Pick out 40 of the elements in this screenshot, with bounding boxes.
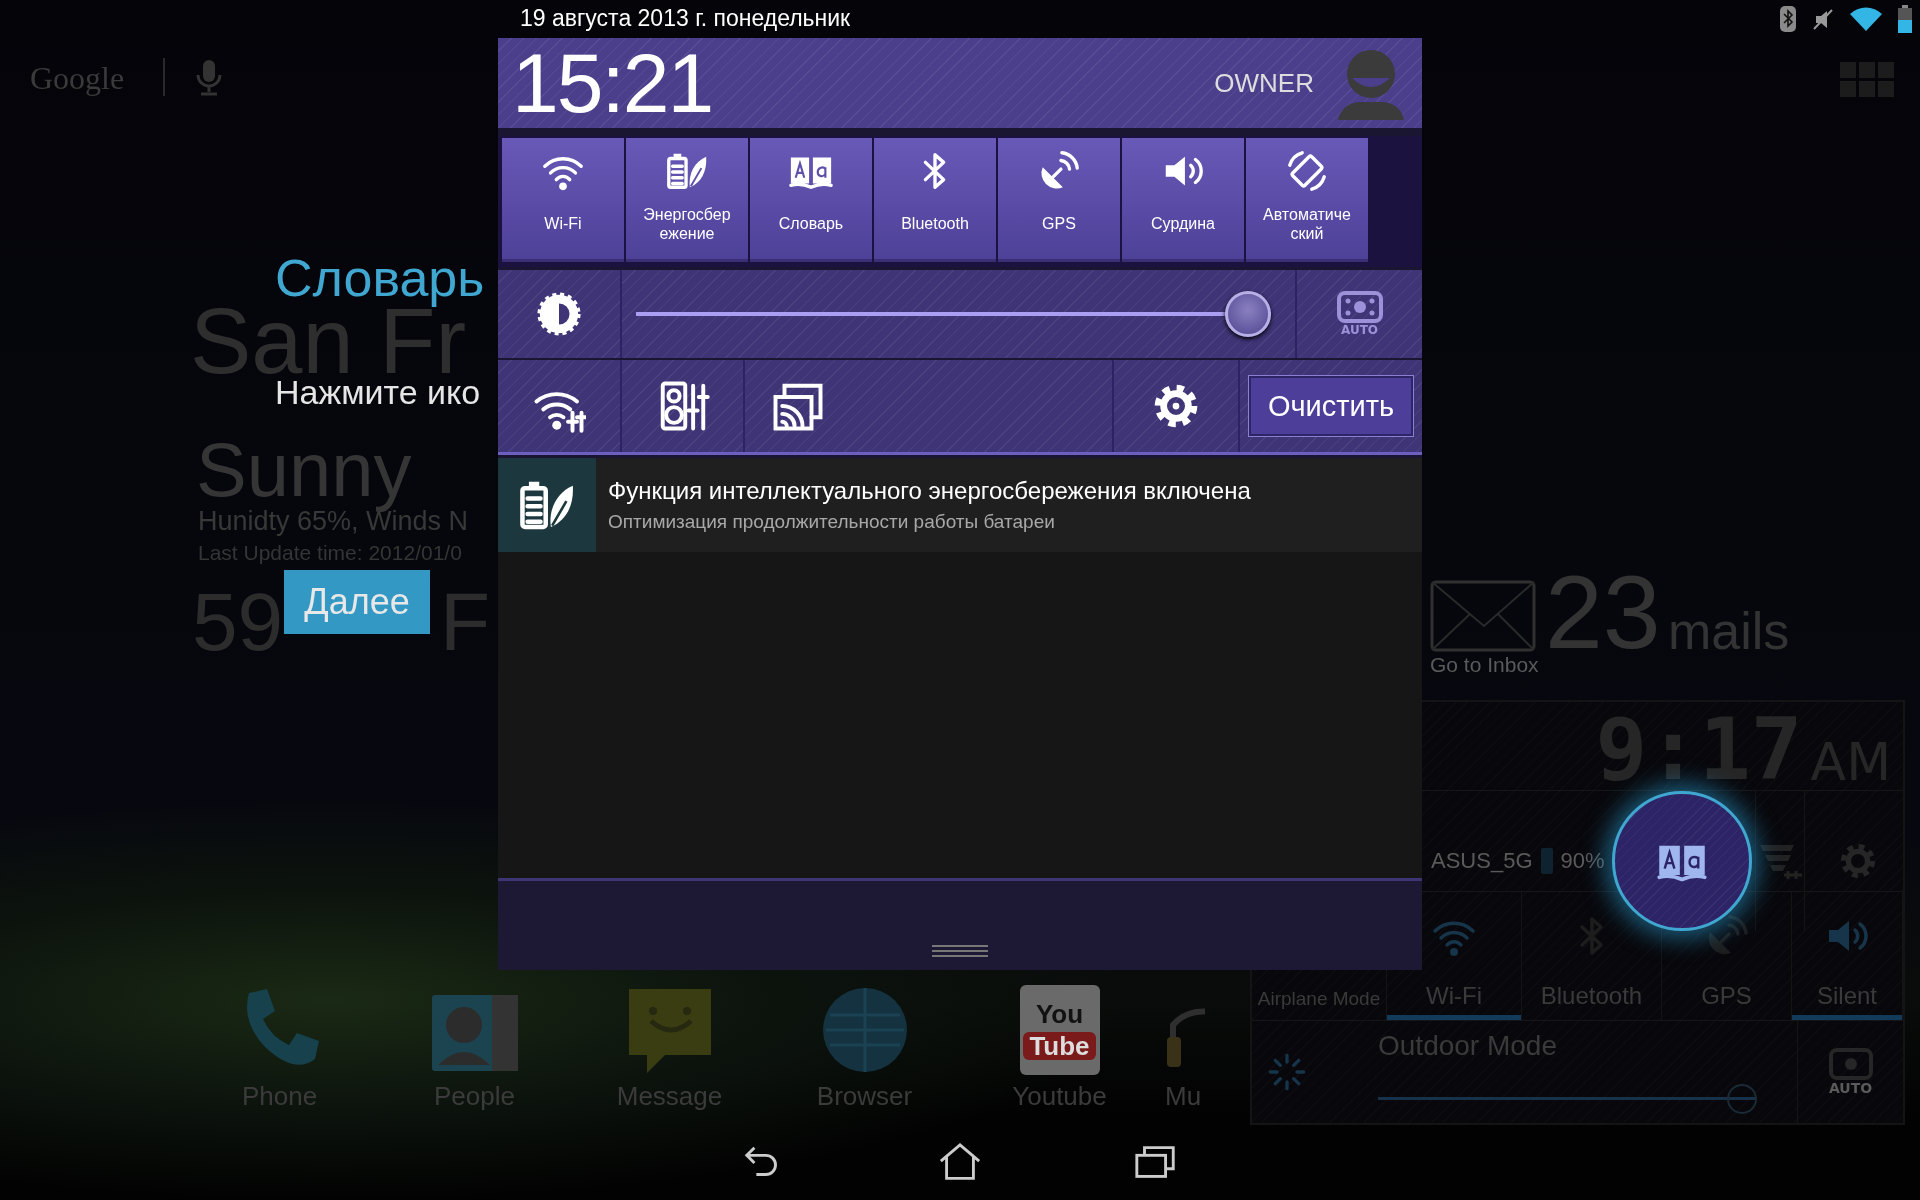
screen-icon: [1336, 291, 1383, 323]
quick-toggle[interactable]: GPS: [998, 138, 1120, 262]
quick-toggle[interactable]: Сурдина: [1122, 138, 1244, 262]
tutorial-title: Словарь: [275, 250, 485, 306]
bluetooth-icon: [1780, 5, 1796, 32]
app-shortcut[interactable]: You Tube Youtube: [962, 985, 1157, 1120]
notification-title: Функция интеллектуального энергосбережения включена: [608, 477, 1251, 505]
drag-handle-icon[interactable]: [932, 944, 988, 958]
envelope-icon: [1430, 580, 1536, 652]
auto-brightness-button[interactable]: AUTO: [1797, 1021, 1903, 1123]
notification[interactable]: Функция интеллектуального энергосбережения включена Оптимизация продолжительности работы батареи: [498, 458, 1422, 552]
user-name: OWNER: [1214, 67, 1314, 99]
quick-toggle[interactable]: Bluetooth: [874, 138, 996, 262]
slider-thumb[interactable]: [1225, 291, 1271, 337]
app-shortcut[interactable]: Mu: [1157, 985, 1205, 1120]
brightness-icon[interactable]: [536, 291, 582, 337]
logo-text: Tube: [1023, 1032, 1096, 1060]
inbox-link[interactable]: Go to Inbox: [1430, 654, 1539, 675]
quick-toggle[interactable]: Автоматический: [1246, 138, 1368, 262]
quick-toggle[interactable]: Энергосбережение: [626, 138, 748, 262]
logo-text: You: [1035, 1000, 1084, 1028]
quick-toggle[interactable]: Wi-Fi: [502, 138, 624, 262]
brightness-slider[interactable]: [636, 291, 1271, 337]
sun-icon: [1267, 1052, 1307, 1092]
battery-icon: [1540, 848, 1553, 874]
network-name: ASUS_5G: [1431, 848, 1533, 874]
outdoor-slider[interactable]: [1378, 1084, 1757, 1114]
panel-clock: 15:21: [512, 41, 713, 125]
clear-button[interactable]: Очистить: [1248, 375, 1414, 437]
tutorial-text: Нажмите ико: [275, 373, 481, 412]
notification-text: Оптимизация продолжительности работы батареи: [608, 511, 1056, 533]
status-date: 19 августа 2013 г. понедельник: [520, 5, 851, 32]
screen-icon: [1828, 1048, 1873, 1080]
auto-brightness-button[interactable]: AUTO: [1336, 291, 1383, 337]
wifi-signal-icon: [1850, 6, 1882, 31]
battery-level: 90%: [1560, 848, 1605, 874]
slider-thumb[interactable]: [1727, 1084, 1757, 1114]
next-button[interactable]: Далее: [284, 570, 430, 634]
battery-icon: [1898, 4, 1912, 33]
quick-toggle[interactable]: Словарь: [750, 138, 872, 262]
